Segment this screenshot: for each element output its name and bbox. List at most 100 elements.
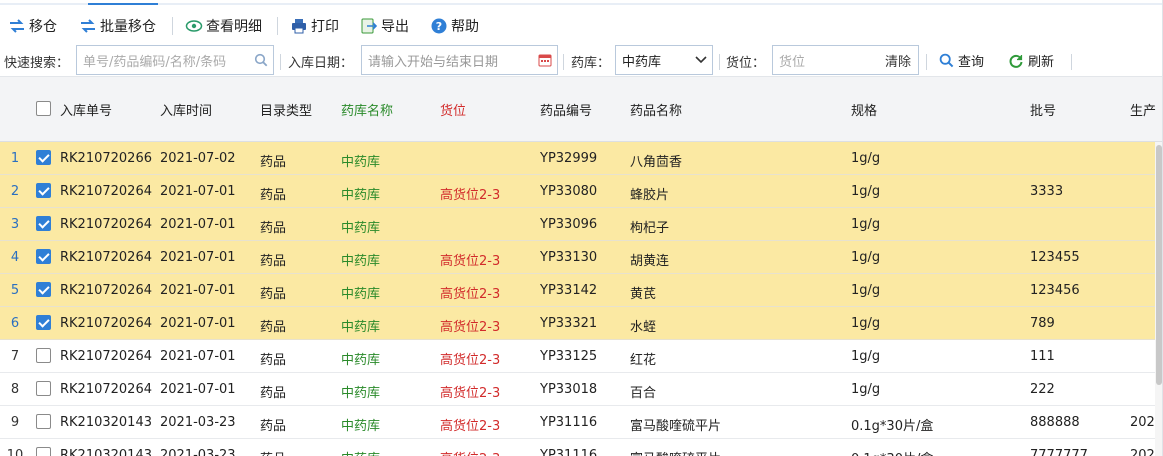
- col-header-drug-code[interactable]: 药品编号: [540, 100, 592, 119]
- cell-catalog-type: 药品: [260, 287, 287, 302]
- cell-manufacturer: 202: [1130, 415, 1155, 430]
- cell-stock-in-time: 2021-03-23: [160, 415, 236, 430]
- cell-stock-in-time: 2021-07-01: [160, 349, 236, 364]
- calendar-icon[interactable]: [533, 46, 557, 74]
- row-checkbox[interactable]: [36, 447, 51, 456]
- row-checkbox[interactable]: [36, 249, 51, 264]
- batch-move-label: 批量移仓: [100, 19, 156, 35]
- cell-drug-name: 胡黄连: [630, 254, 670, 269]
- row-checkbox[interactable]: [36, 183, 51, 198]
- export-button[interactable]: 导出: [360, 15, 409, 37]
- date-range-input[interactable]: 请输入开始与结束日期: [361, 45, 558, 75]
- col-header-catalog-type[interactable]: 目录类型: [260, 100, 312, 119]
- cell-warehouse: 中药库: [341, 254, 381, 269]
- cell-location: 高货位2-3: [440, 188, 501, 203]
- table-row[interactable]: 2 RK210720264 2021-07-01 药品 中药库 高货位2-3 YP33080…: [0, 175, 1163, 208]
- table-row[interactable]: 9 RK210320143 2021-03-23 药品 中药库 高货位2-3 YP31116…: [0, 406, 1163, 439]
- search-icon[interactable]: [249, 46, 273, 74]
- table-row[interactable]: 10 RK210320143 2021-03-23 药品 中药库 高货位2-3 YP3111…: [0, 439, 1163, 456]
- cell-stock-in-no: RK210720264: [60, 283, 152, 298]
- search-divider: [926, 54, 927, 70]
- table-row[interactable]: 1 RK210720266 2021-07-02 药品 中药库 YP32999 八角茴香 1g…: [0, 142, 1163, 175]
- toolbar-divider: [277, 17, 278, 35]
- cell-drug-code: YP32999: [540, 151, 598, 166]
- cell-stock-in-no: RK210720264: [60, 316, 152, 331]
- cell-spec: 1g/g: [851, 382, 881, 397]
- col-header-warehouse[interactable]: 药库名称: [341, 100, 393, 119]
- cell-drug-code: YP31116: [540, 448, 598, 456]
- row-checkbox[interactable]: [36, 414, 51, 429]
- cell-batch: 888888: [1030, 415, 1080, 430]
- cell-catalog-type: 药品: [260, 155, 287, 170]
- row-checkbox[interactable]: [36, 150, 51, 165]
- batch-move-button[interactable]: 批量移仓: [79, 15, 156, 37]
- col-header-stock-in-time[interactable]: 入库时间: [160, 100, 212, 119]
- cell-stock-in-no: RK210720264: [60, 349, 152, 364]
- cell-catalog-type: 药品: [260, 419, 287, 434]
- table-row[interactable]: 6 RK210720264 2021-07-01 药品 中药库 高货位2-3 YP33321…: [0, 307, 1163, 340]
- col-header-spec[interactable]: 规格: [851, 100, 877, 119]
- cell-drug-name: 富马酸喹硫平片: [630, 419, 722, 434]
- row-number: 5: [10, 283, 20, 298]
- select-all-checkbox[interactable]: [36, 101, 51, 116]
- row-number: 1: [10, 151, 20, 166]
- cell-drug-name: 富马酸喹硫平片: [630, 448, 721, 456]
- row-number: 6: [10, 316, 20, 331]
- col-header-drug-name[interactable]: 药品名称: [630, 100, 682, 119]
- cell-warehouse: 中药库: [341, 448, 380, 456]
- location-input[interactable]: 货位 清除: [772, 45, 919, 75]
- cell-warehouse: 中药库: [341, 287, 381, 302]
- row-checkbox[interactable]: [36, 348, 51, 363]
- cell-catalog-type: 药品: [260, 320, 287, 335]
- table-row[interactable]: 5 RK210720264 2021-07-01 药品 中药库 高货位2-3 YP33142…: [0, 274, 1163, 307]
- cell-warehouse: 中药库: [341, 419, 381, 434]
- print-button[interactable]: 打印: [290, 15, 339, 37]
- cell-catalog-type: 药品: [260, 188, 287, 203]
- row-checkbox[interactable]: [36, 381, 51, 396]
- toolbar: 移仓 批量移仓 查看明细 打印 导出 ? 帮助: [0, 0, 1163, 45]
- col-header-manufacturer[interactable]: 生产: [1130, 100, 1156, 119]
- export-icon: [360, 17, 378, 35]
- table-row[interactable]: 3 RK210720264 2021-07-01 药品 中药库 YP33096 枸杞子 1g/…: [0, 208, 1163, 241]
- view-detail-button[interactable]: 查看明细: [185, 15, 262, 37]
- cell-stock-in-no: RK210720264: [60, 184, 152, 199]
- row-checkbox[interactable]: [36, 216, 51, 231]
- table-row[interactable]: 4 RK210720264 2021-07-01 药品 中药库 高货位2-3 YP33130…: [0, 241, 1163, 274]
- cell-warehouse: 中药库: [341, 353, 381, 368]
- row-checkbox[interactable]: [36, 315, 51, 330]
- swap-arrows-icon: [79, 17, 97, 35]
- cell-drug-name: 水蛭: [630, 320, 657, 335]
- cell-drug-name: 红花: [630, 353, 657, 368]
- col-header-batch[interactable]: 批号: [1030, 100, 1056, 119]
- toolbar-tab-strip: [0, 3, 1163, 5]
- col-header-location[interactable]: 货位: [440, 100, 466, 119]
- cell-spec: 0.1g*30片/盒: [851, 419, 934, 434]
- col-header-stock-in-no[interactable]: 入库单号: [60, 100, 112, 119]
- row-number: 10: [6, 448, 24, 456]
- quick-search-label: 快速搜索：: [4, 56, 70, 71]
- grid-header: 入库单号 入库时间 目录类型 药库名称 货位 药品编号 药品名称 规格 批号 生…: [0, 77, 1163, 142]
- row-checkbox[interactable]: [36, 282, 51, 297]
- help-button[interactable]: ? 帮助: [430, 15, 479, 37]
- cell-stock-in-time: 2021-07-01: [160, 382, 236, 397]
- move-button[interactable]: 移仓: [8, 15, 57, 37]
- row-number: 4: [10, 250, 20, 265]
- clear-button[interactable]: 清除: [885, 51, 918, 70]
- table-row[interactable]: 8 RK210720264 2021-07-01 药品 中药库 高货位2-3 YP33018…: [0, 373, 1163, 406]
- toolbar-divider: [172, 17, 173, 35]
- search-divider: [280, 54, 281, 70]
- cell-spec: 1g/g: [851, 250, 881, 265]
- refresh-button[interactable]: 刷新: [1007, 51, 1054, 70]
- query-button[interactable]: 查询: [937, 51, 984, 70]
- cell-catalog-type: 药品: [260, 353, 287, 368]
- cell-catalog-type: 药品: [260, 386, 287, 401]
- cell-drug-code: YP33125: [540, 349, 598, 364]
- warehouse-select[interactable]: 中药库: [615, 45, 713, 75]
- export-label: 导出: [381, 19, 409, 35]
- table-row[interactable]: 7 RK210720264 2021-07-01 药品 中药库 高货位2-3 YP33125…: [0, 340, 1163, 373]
- cell-drug-code: YP33080: [540, 184, 598, 199]
- cell-batch: 222: [1030, 382, 1055, 397]
- cell-drug-code: YP31116: [540, 415, 598, 430]
- print-label: 打印: [311, 19, 339, 35]
- quick-search-input[interactable]: 单号/药品编码/名称/条码: [76, 45, 274, 75]
